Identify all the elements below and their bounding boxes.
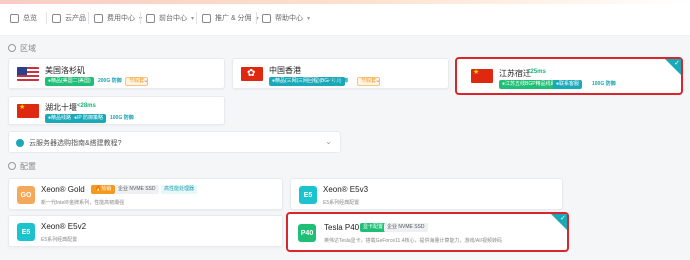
region-name: 美国洛杉矶 xyxy=(45,66,85,75)
region-name: 中国香港 xyxy=(269,66,301,75)
line-tag: ●精品(美国二|美国) xyxy=(45,77,94,86)
defense-tag: 无限防御 xyxy=(328,78,349,84)
guide-tip-text: 云服务器选购指南&搭建教程? xyxy=(29,140,122,147)
config-section-title: 配置 xyxy=(8,160,36,172)
config-title: Xeon® E5v2 xyxy=(41,222,87,231)
config-desc: 英伟达Tesla显卡，搭载GeForce11.4核心，提供海量计算能力，游戏/A… xyxy=(324,238,502,244)
region-section-title: 区域 xyxy=(8,42,36,54)
nav-item-front[interactable]: 前台中心 ▾ xyxy=(146,10,194,26)
cn-flag-icon xyxy=(471,69,493,83)
chevron-down-icon: ⌄ xyxy=(325,137,332,146)
latency-label: <28ms xyxy=(77,103,96,109)
nav-divider xyxy=(46,12,47,24)
config-desc: 新一代Intel®金牌系列，性能高韧爆强 xyxy=(41,200,125,206)
gpu-badge-icon: P40 xyxy=(298,224,316,242)
section-label: 区域 xyxy=(20,43,36,53)
nav-label: 帮助中心 xyxy=(275,15,303,22)
cpu-badge-icon: E5 xyxy=(17,223,35,241)
config-desc: E5系列经典配置 xyxy=(323,200,360,206)
chevron-down-icon[interactable]: ⌄ xyxy=(143,76,149,84)
line-tag: ●精品线路 xyxy=(45,114,75,123)
page-root: 总览 云产品 费用中心 ▾ 前台中心 ▾ 推广 & 分佣 ▾ 帮助中心 xyxy=(0,0,690,260)
nav-label: 前台中心 xyxy=(159,15,187,22)
us-flag-icon xyxy=(17,67,39,81)
defense-tag: 200G 防御 xyxy=(98,78,122,84)
nav-item-overview[interactable]: 总览 xyxy=(10,10,37,26)
nav-item-affiliate[interactable]: 推广 & 分佣 ▾ xyxy=(202,10,259,26)
ip-tag: ●IP 防御策略 xyxy=(71,114,107,123)
nav-divider xyxy=(88,12,89,24)
chevron-down-icon: ▾ xyxy=(307,15,311,22)
nav-label: 推广 & 分佣 xyxy=(215,15,252,22)
nav-divider xyxy=(140,12,141,24)
hot-tag: 🔥热销 xyxy=(91,185,116,194)
region-card-us[interactable]: 美国洛杉矶 ●精品(美国二|美国) 200G 防御 节假套 ⌄ xyxy=(8,58,225,89)
nav-item-help[interactable]: 帮助中心 ▾ xyxy=(262,10,310,26)
config-card-e5v2[interactable]: E5 Xeon® E5v2 E5系列经典配置 xyxy=(8,215,283,247)
section-label: 配置 xyxy=(20,161,36,171)
grid-icon xyxy=(146,13,155,23)
config-title: Tesla P40 xyxy=(324,223,360,232)
nav-divider xyxy=(256,12,257,24)
cpu-badge-icon: E5 xyxy=(299,186,317,204)
nav-label: 云产品 xyxy=(65,15,86,22)
config-title: Xeon® Gold xyxy=(41,185,85,194)
guide-tip-row[interactable]: 云服务器选购指南&搭建教程? ⌄ xyxy=(8,131,341,153)
nav-label: 费用中心 xyxy=(107,15,135,22)
config-title: Xeon® E5v3 xyxy=(323,185,369,194)
config-desc: E5系列经典配置 xyxy=(41,237,78,243)
gpu-tag: 显卡配置 xyxy=(360,223,387,232)
nav-item-billing[interactable]: 费用中心 ▾ xyxy=(94,10,142,26)
region-name: 湖北十堰 xyxy=(45,103,77,112)
nav-divider xyxy=(196,12,197,24)
nav-label: 总览 xyxy=(23,15,37,22)
defense-tag: 100G 防御 xyxy=(110,115,134,121)
perf-tag: 高性能处理器 xyxy=(161,185,198,194)
cloud-icon xyxy=(52,13,61,23)
region-card-hubei[interactable]: 湖北十堰 <28ms ●精品线路 ●IP 防御策略 100G 防御 xyxy=(8,96,225,125)
config-card-xeon-gold[interactable]: GO Xeon® Gold 🔥热销 企业 NVME SSD 高性能处理器 新一代… xyxy=(8,178,283,210)
config-card-e5v3[interactable]: E5 Xeon® E5v3 E5系列经典配置 xyxy=(290,178,563,210)
region-card-hk[interactable]: 中国香港 ●精品(三网|三网回程)|BGP线路 无限防御 节假套 ⌄ xyxy=(232,58,449,89)
wallet-icon xyxy=(94,13,103,23)
defense-tag: 100G 防御 xyxy=(592,81,616,87)
ssd-tag: 企业 NVME SSD xyxy=(115,185,159,194)
nav-item-cloud[interactable]: 云产品 xyxy=(52,10,86,26)
ssd-tag: 企业 NVME SSD xyxy=(384,223,428,232)
hk-flag-icon xyxy=(241,67,263,81)
user-icon xyxy=(202,13,211,23)
region-card-jiangsu[interactable]: 江苏宿迁 <25ms ●江苏五线BGP精品线路 ●联系客服 100G 防御 xyxy=(455,57,683,95)
home-icon xyxy=(10,13,19,23)
selected-check-icon xyxy=(665,59,681,75)
latency-label: <25ms xyxy=(527,69,546,75)
line-tag: ●江苏五线BGP精品线路 xyxy=(499,80,559,89)
info-icon xyxy=(16,139,24,147)
config-icon xyxy=(8,162,16,170)
selected-check-icon xyxy=(551,214,567,230)
chevron-down-icon[interactable]: ⌄ xyxy=(375,76,381,84)
top-nav: 总览 云产品 费用中心 ▾ 前台中心 ▾ 推广 & 分佣 ▾ 帮助中心 xyxy=(0,0,690,36)
nav-accent-stripe xyxy=(0,0,690,4)
contact-tag: ●联系客服 xyxy=(553,80,583,89)
config-card-tesla-p40[interactable]: P40 Tesla P40 显卡配置 企业 NVME SSD 英伟达Tesla显… xyxy=(286,212,569,252)
globe-icon xyxy=(8,44,16,52)
cn-flag-icon xyxy=(17,104,39,118)
chevron-down-icon: ▾ xyxy=(191,15,195,22)
help-icon xyxy=(262,13,271,23)
cpu-badge-icon: GO xyxy=(17,186,35,204)
